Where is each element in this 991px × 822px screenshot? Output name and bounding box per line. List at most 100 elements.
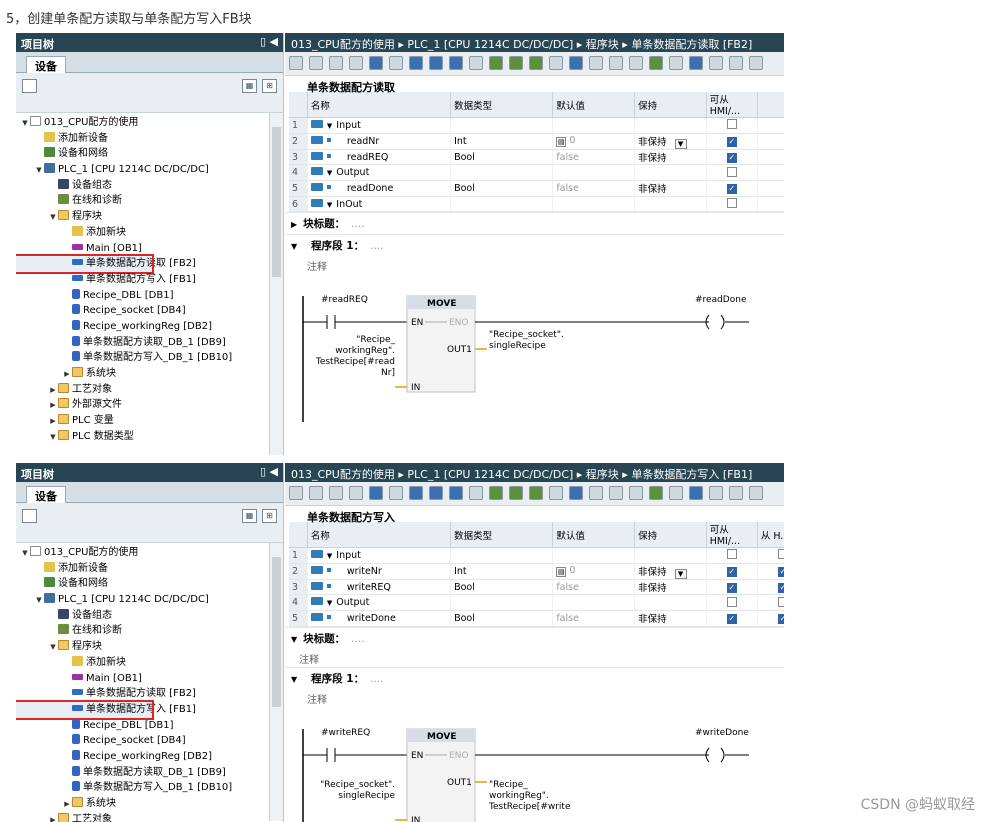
tree-item[interactable]: 单条数据配方读取_DB_1 [DB9]: [16, 335, 283, 351]
tree-item[interactable]: Recipe_socket [DB4]: [16, 733, 283, 749]
tree-item[interactable]: ▶ 外部源文件: [16, 397, 283, 413]
tree-item[interactable]: 设备和网络: [16, 146, 283, 162]
expand-arrow-icon[interactable]: ▼: [48, 640, 58, 656]
expand-arrow-icon[interactable]: ▼: [327, 201, 332, 209]
tree-item[interactable]: ▼ 013_CPU配方的使用: [16, 115, 283, 131]
tree-item[interactable]: Main [OB1]: [16, 241, 283, 257]
expand-arrow-icon[interactable]: ▶: [48, 813, 58, 822]
table-row[interactable]: 3 readREQ Bool false 非保持 ✓: [289, 149, 784, 166]
toolbar-button-icon[interactable]: [329, 486, 343, 500]
tree-item[interactable]: 在线和诊断: [16, 193, 283, 209]
type-cell[interactable]: Bool: [450, 180, 554, 197]
toolbar-button-icon[interactable]: [549, 486, 563, 500]
default-cell[interactable]: ▤ 0: [552, 133, 636, 150]
tree-item[interactable]: Recipe_socket [DB4]: [16, 303, 283, 319]
expand-arrow-icon[interactable]: ▼: [327, 122, 332, 130]
hmi-checkbox[interactable]: [726, 596, 737, 607]
tree-item[interactable]: 设备和网络: [16, 576, 283, 592]
toolbar-button-icon[interactable]: [329, 56, 343, 70]
name-cell[interactable]: writeREQ: [307, 579, 452, 596]
tree-item[interactable]: 单条数据配方写入 [FB1]: [16, 699, 196, 720]
toolbar-button-icon[interactable]: [729, 486, 743, 500]
new-project-icon[interactable]: [22, 79, 37, 93]
hmi-checkbox[interactable]: ✓: [726, 184, 737, 195]
retain-cell[interactable]: [634, 547, 707, 564]
toolbar-button-icon[interactable]: [509, 56, 523, 70]
expand-arrow-icon[interactable]: ▶: [48, 414, 58, 430]
hmi-visible-checkbox[interactable]: [777, 549, 784, 560]
tree-item[interactable]: 单条数据配方写入_DB_1 [DB10]: [16, 780, 283, 796]
retain-cell[interactable]: 非保持: [634, 579, 707, 596]
default-cell[interactable]: false: [552, 610, 636, 627]
toolbar-button-icon[interactable]: [469, 486, 483, 500]
toolbar-button-icon[interactable]: [349, 56, 363, 70]
retain-cell[interactable]: 非保持 ▼: [634, 133, 707, 150]
toolbar-button-icon[interactable]: [689, 56, 703, 70]
table-row[interactable]: 6 ▼ InOut: [289, 196, 784, 213]
tree-item[interactable]: Recipe_DBL [DB1]: [16, 288, 283, 304]
expand-arrow-icon[interactable]: ▼: [20, 546, 30, 562]
name-cell[interactable]: writeNr: [307, 563, 452, 580]
toolbar-button-icon[interactable]: [729, 56, 743, 70]
tree-item[interactable]: Recipe_workingReg [DB2]: [16, 319, 283, 335]
expand-arrow-icon[interactable]: ▶: [291, 220, 297, 229]
type-cell[interactable]: Bool: [450, 610, 554, 627]
expand-arrow-icon[interactable]: ▼: [291, 242, 297, 251]
toolbar-button-icon[interactable]: [689, 486, 703, 500]
toolbar-button-icon[interactable]: [349, 486, 363, 500]
tree-item[interactable]: ▼ 程序块: [16, 639, 283, 655]
network-view-icon[interactable]: ⊞: [262, 509, 277, 523]
table-row[interactable]: 5 readDone Bool false 非保持 ✓: [289, 180, 784, 197]
toolbar-button-icon[interactable]: [589, 56, 603, 70]
toolbar-button-icon[interactable]: [669, 56, 683, 70]
tree-item[interactable]: ▶ 系统块: [16, 796, 283, 812]
tree-item[interactable]: ▼ PLC_1 [CPU 1214C DC/DC/DC]: [16, 162, 283, 178]
hmi-visible-checkbox[interactable]: [777, 596, 784, 607]
tree-item[interactable]: ▼ PLC_1 [CPU 1214C DC/DC/DC]: [16, 592, 283, 608]
name-cell[interactable]: ▼ Output: [307, 594, 452, 612]
toolbar-button-icon[interactable]: [369, 486, 383, 500]
expand-arrow-icon[interactable]: ▶: [48, 398, 58, 414]
hmi-checkbox[interactable]: ✓: [726, 583, 737, 594]
hmi-checkbox[interactable]: [726, 549, 737, 560]
expand-arrow-icon[interactable]: ▼: [291, 675, 297, 684]
table-row[interactable]: 3 writeREQ Boolfalse 非保持 ✓ ✓: [289, 579, 784, 596]
table-row[interactable]: 1 ▼ Input: [289, 547, 784, 564]
retain-cell[interactable]: [634, 117, 707, 134]
default-cell[interactable]: false: [552, 579, 636, 596]
type-cell[interactable]: Bool: [450, 149, 554, 166]
default-cell[interactable]: ▤ 0: [552, 563, 636, 580]
tree-item[interactable]: ▼ 013_CPU配方的使用: [16, 545, 283, 561]
tree-item[interactable]: 单条数据配方写入 [FB1]: [16, 272, 283, 288]
hmi-visible-cell[interactable]: ✓: [757, 563, 784, 580]
network-section[interactable]: ▼ 程序段 1：....: [285, 666, 784, 689]
default-cell[interactable]: [552, 547, 636, 564]
tree-item[interactable]: 单条数据配方读取 [FB2]: [16, 686, 283, 702]
toolbar-button-icon[interactable]: [569, 56, 583, 70]
toolbar-button-icon[interactable]: [469, 56, 483, 70]
toolbar-button-icon[interactable]: [309, 486, 323, 500]
table-row[interactable]: 1 ▼ Input: [289, 117, 784, 134]
toolbar-button-icon[interactable]: [449, 56, 463, 70]
hmi-cell[interactable]: [706, 117, 758, 134]
view-toggle-icon[interactable]: ▦: [242, 79, 257, 93]
chevron-down-icon[interactable]: ▼: [674, 138, 687, 149]
toolbar-button-icon[interactable]: [489, 56, 503, 70]
toolbar-button-icon[interactable]: [709, 56, 723, 70]
retain-cell[interactable]: 非保持: [634, 149, 707, 166]
hmi-cell[interactable]: ✓: [706, 563, 758, 580]
retain-cell[interactable]: [634, 196, 707, 213]
hmi-checkbox[interactable]: [726, 198, 737, 209]
name-cell[interactable]: ▼ Input: [307, 547, 452, 564]
toolbar-button-icon[interactable]: [669, 486, 683, 500]
tree-item[interactable]: ▶ PLC 变量: [16, 413, 283, 429]
tree-item[interactable]: 设备组态: [16, 608, 283, 624]
tree-item[interactable]: 添加新块: [16, 655, 283, 671]
tree-item[interactable]: ▶ 工艺对象: [16, 382, 283, 398]
toolbar-button-icon[interactable]: [709, 486, 723, 500]
hmi-cell[interactable]: ✓: [706, 133, 758, 150]
type-cell[interactable]: [450, 594, 554, 612]
hmi-checkbox[interactable]: [726, 119, 737, 130]
hmi-checkbox[interactable]: ✓: [726, 614, 737, 625]
hmi-cell[interactable]: [706, 164, 758, 182]
